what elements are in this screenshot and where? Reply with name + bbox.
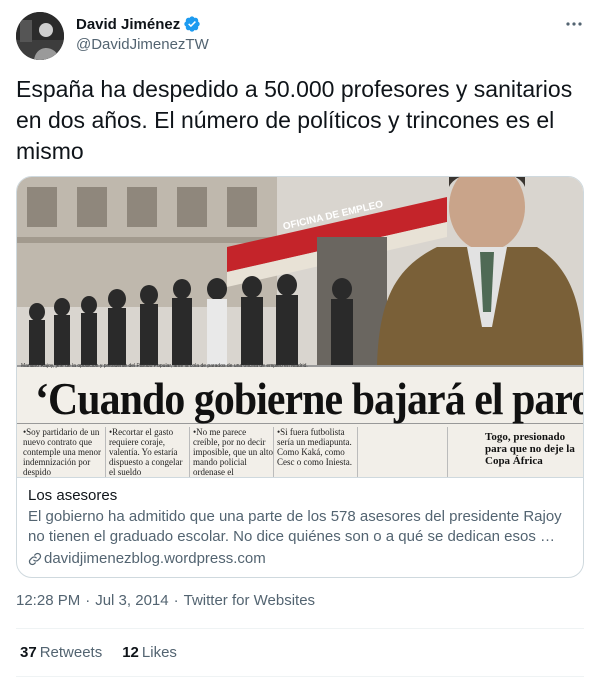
more-options-icon[interactable] [564,14,584,34]
card-title: Los asesores [28,487,118,504]
separator: · [173,592,179,609]
divider [16,676,584,677]
likes-label: Likes [141,644,177,661]
newspaper-caption: Mariano Rajoy, jefe de la oposición y pr… [21,363,308,369]
author-name[interactable]: David Jiménez [76,16,180,33]
author-handle[interactable]: @DavidJimenezTW [76,36,209,53]
author-block: David Jiménez @DavidJimenezTW [76,14,209,54]
newspaper-column-3: •No me parece creíble, por no decir impo… [193,427,273,477]
newspaper-column-2: •Recortar el gasto requiere coraje, vale… [109,427,183,477]
card-domain: davidjimenezblog.wordpress.com [28,549,572,569]
retweets-count: 37 [20,644,37,661]
retweets-stat[interactable]: 37 Retweets [20,644,102,661]
likes-count: 12 [122,644,139,661]
card-description: El gobierno ha admitido que una parte de… [28,508,562,545]
newspaper-side-headline: Togo, presionado para que no deje la Cop… [485,431,575,467]
tweet-time[interactable]: 12:28 PM [16,592,80,609]
card-domain-text: davidjimenezblog.wordpress.com [44,550,266,567]
newspaper-column-1: •Soy partidario de un nuevo contrato que… [23,427,101,477]
separator: · [85,592,91,609]
avatar[interactable] [16,12,64,60]
tweet-stats: 37 Retweets 12 Likes [20,644,197,661]
newspaper-column-4: •Si fuera futbolista sería un mediapunta… [277,427,352,467]
verified-badge-icon [183,15,201,33]
card-image: OFICINA DE EMPLEO Mariano Rajoy, jefe de… [17,177,583,477]
divider [16,628,584,629]
newspaper-headline: ‘Cuando gobierne bajará el paro’ [35,374,583,424]
tweet-source[interactable]: Twitter for Websites [184,592,315,609]
link-icon [28,552,42,566]
card-meta: Los asesores El gobierno ha admitido que… [17,477,583,577]
tweet-date[interactable]: Jul 3, 2014 [95,592,168,609]
link-card[interactable]: OFICINA DE EMPLEO Mariano Rajoy, jefe de… [16,176,584,578]
tweet-timestamp: 12:28 PM · Jul 3, 2014 · Twitter for Web… [16,592,315,609]
retweets-label: Retweets [39,644,103,661]
tweet-text: España ha despedido a 50.000 profesores … [16,76,573,164]
likes-stat[interactable]: 12 Likes [122,644,177,661]
avatar-image [16,12,64,60]
tweet: David Jiménez @DavidJimenezTW España ha … [0,0,600,679]
